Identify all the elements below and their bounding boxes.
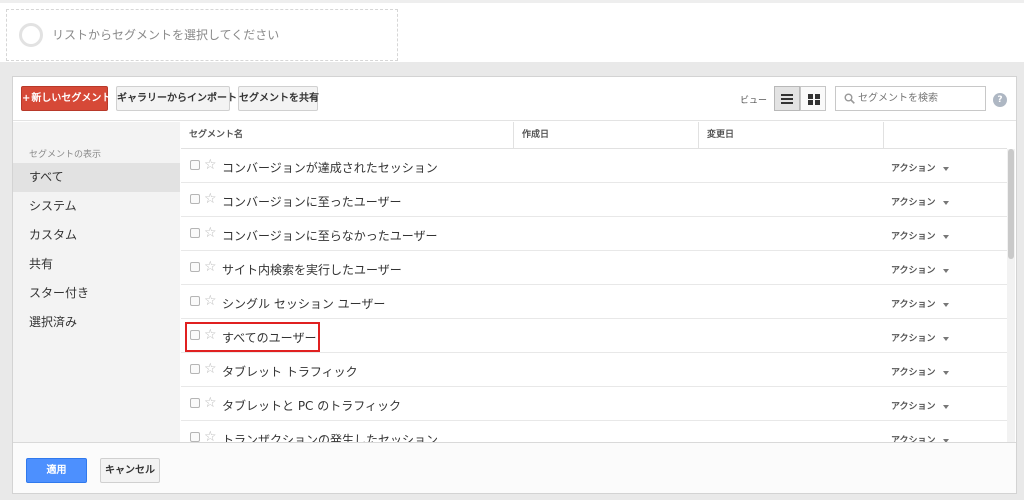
segment-placeholder: リストからセグメントを選択してください [52,28,280,42]
action-label: アクション [891,232,936,242]
segment-name[interactable]: サイト内検索を実行したユーザー [222,261,402,278]
new-segment-button[interactable]: +新しいセグメント [21,86,112,111]
share-segment-button[interactable]: セグメントを共有 [238,86,319,111]
caret-down-icon [942,302,949,307]
segment-name[interactable]: コンバージョンに至らなかったユーザー [222,227,438,244]
action-label: アクション [891,198,936,208]
sidebar-item-selected[interactable]: 選択済み [13,308,180,337]
action-dropdown[interactable]: アクション [891,331,949,344]
row-checkbox[interactable] [190,364,200,374]
caret-down-icon [942,234,949,239]
caret-down-icon [942,336,949,341]
search-box[interactable] [835,86,986,111]
sidebar: セグメントの表示 すべて システム カスタム 共有 スター付き 選択済み [13,122,180,442]
action-dropdown[interactable]: アクション [891,195,949,208]
search-icon [844,93,855,104]
table-row: ☆ タブレットと PC のトラフィック アクション [181,387,1007,421]
help-icon[interactable]: ? [993,93,1007,107]
sidebar-heading: セグメントの表示 [29,150,102,160]
row-checkbox[interactable] [190,160,200,170]
grid-view-icon[interactable] [800,86,826,111]
column-modified[interactable]: 変更日 [699,122,884,149]
action-label: アクション [891,300,936,310]
segment-name[interactable]: タブレット トラフィック [222,363,358,380]
segment-table: セグメント名 作成日 変更日 ☆ コンバージョンが達成されたセッション アクショ… [181,122,1007,442]
table-row: ☆ コンバージョンに至ったユーザー アクション [181,183,1007,217]
action-dropdown[interactable]: アクション [891,263,949,276]
column-actions [884,122,1007,149]
search-input[interactable] [858,90,982,107]
table-row: ☆ コンバージョンに至らなかったユーザー アクション [181,217,1007,251]
action-label: アクション [891,402,936,412]
star-icon[interactable]: ☆ [204,225,217,241]
apply-button[interactable]: 適用 [26,458,87,483]
segment-name[interactable]: コンバージョンが達成されたセッション [222,159,438,176]
star-icon[interactable]: ☆ [204,259,217,275]
table-scrollbar[interactable] [1007,149,1015,442]
row-checkbox[interactable] [190,262,200,272]
action-dropdown[interactable]: アクション [891,399,949,412]
segment-name[interactable]: トランザクションの発生したセッション [222,431,438,442]
list-view-icon[interactable] [774,86,800,111]
caret-down-icon [942,166,949,171]
table-header: セグメント名 作成日 変更日 [181,122,1007,149]
star-icon[interactable]: ☆ [204,191,217,207]
star-icon[interactable]: ☆ [204,361,217,377]
row-checkbox[interactable] [190,194,200,204]
cancel-button[interactable]: キャンセル [100,458,160,483]
action-label: アクション [891,368,936,378]
action-dropdown[interactable]: アクション [891,433,949,442]
table-row: ☆ コンバージョンが達成されたセッション アクション [181,149,1007,183]
action-dropdown[interactable]: アクション [891,229,949,242]
plus-icon: + [22,93,31,104]
sidebar-item-custom[interactable]: カスタム [13,221,180,250]
highlight-box [185,322,320,352]
table-row: ☆ タブレット トラフィック アクション [181,353,1007,387]
segment-name[interactable]: コンバージョンに至ったユーザー [222,193,402,210]
segment-circle-icon [19,23,43,47]
segment-bar: リストからセグメントを選択してください [0,0,1024,62]
row-checkbox[interactable] [190,432,200,442]
sidebar-item-all[interactable]: すべて [13,163,180,192]
row-checkbox[interactable] [190,228,200,238]
segment-slot[interactable]: リストからセグメントを選択してください [6,9,398,61]
row-checkbox[interactable] [190,296,200,306]
action-dropdown[interactable]: アクション [891,365,949,378]
action-label: アクション [891,164,936,174]
segment-name[interactable]: タブレットと PC のトラフィック [222,397,401,414]
sidebar-item-system[interactable]: システム [13,192,180,221]
column-created[interactable]: 作成日 [514,122,699,149]
caret-down-icon [942,404,949,409]
view-label: ビュー [740,96,768,106]
star-icon[interactable]: ☆ [204,429,217,442]
action-label: アクション [891,334,936,344]
table-row: ☆ トランザクションの発生したセッション アクション [181,421,1007,442]
table-row: ☆ シングル セッション ユーザー アクション [181,285,1007,319]
toolbar: +新しいセグメント ギャラリーからインポート セグメントを共有 ビュー ? [13,77,1016,121]
row-checkbox[interactable] [190,398,200,408]
star-icon[interactable]: ☆ [204,157,217,173]
column-segment-name[interactable]: セグメント名 [181,122,514,149]
action-dropdown[interactable]: アクション [891,161,949,174]
caret-down-icon [942,268,949,273]
caret-down-icon [942,370,949,375]
action-dropdown[interactable]: アクション [891,297,949,310]
scrollbar-thumb[interactable] [1008,149,1014,259]
caret-down-icon [942,200,949,205]
import-from-gallery-button[interactable]: ギャラリーからインポート [116,86,237,111]
segment-panel: +新しいセグメント ギャラリーからインポート セグメントを共有 ビュー ? セグ… [12,76,1017,494]
star-icon[interactable]: ☆ [204,395,217,411]
segment-name[interactable]: シングル セッション ユーザー [222,295,385,312]
action-label: アクション [891,266,936,276]
star-icon[interactable]: ☆ [204,293,217,309]
new-segment-label: 新しいセグメント [31,93,112,104]
sidebar-item-shared[interactable]: 共有 [13,250,180,279]
sidebar-item-starred[interactable]: スター付き [13,279,180,308]
footer: 適用 キャンセル [13,442,1016,493]
table-row: ☆ サイト内検索を実行したユーザー アクション [181,251,1007,285]
